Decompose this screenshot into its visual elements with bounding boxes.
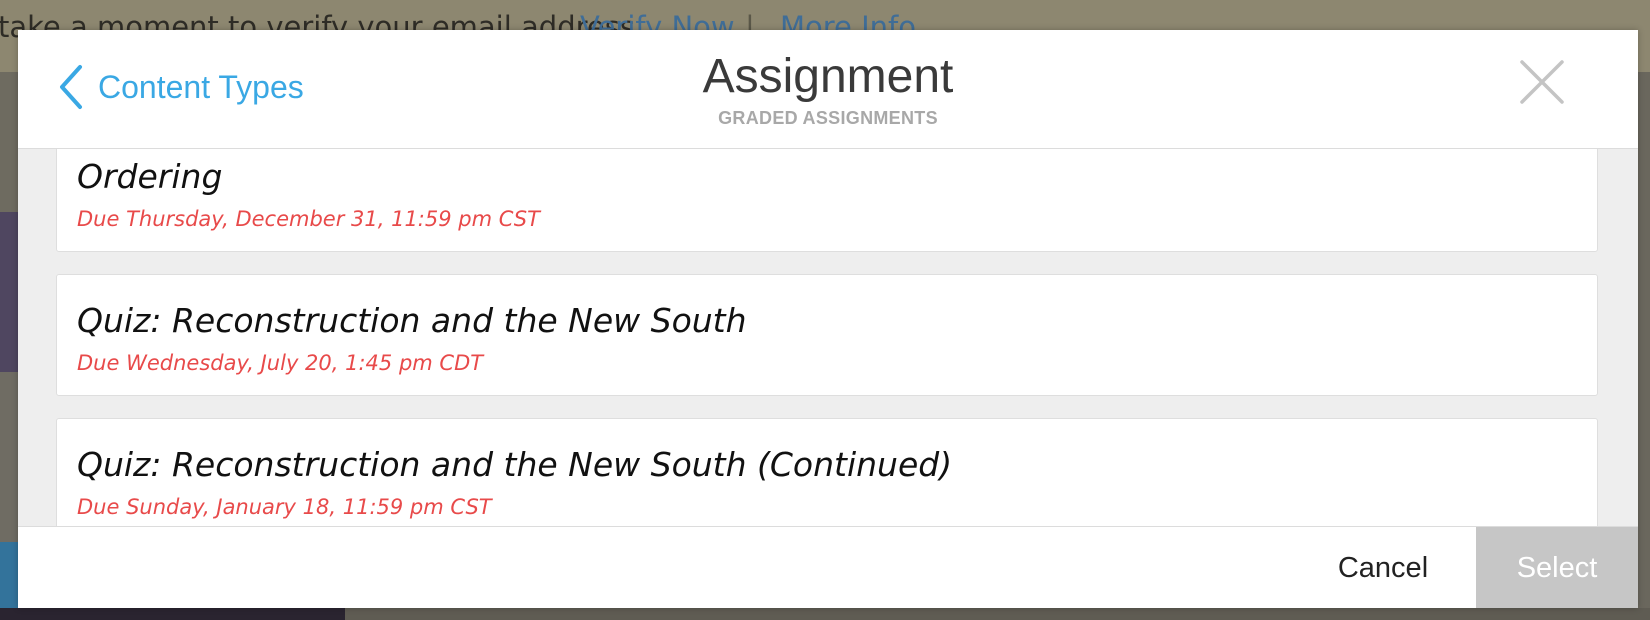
background-panel bbox=[0, 372, 18, 542]
back-link-label: Content Types bbox=[98, 68, 304, 105]
background-panel bbox=[0, 608, 345, 620]
background-panel bbox=[0, 212, 18, 372]
assignment-item[interactable]: Quiz: Reconstruction and the New South D… bbox=[56, 274, 1598, 396]
background-edge bbox=[1638, 72, 1650, 620]
assignment-list-scroll[interactable]: Ordering Due Thursday, December 31, 11:5… bbox=[18, 148, 1638, 526]
assignment-due-date: Due Sunday, January 18, 11:59 pm CST bbox=[77, 495, 492, 519]
assignment-title: Quiz: Reconstruction and the New South (… bbox=[77, 445, 953, 484]
modal-title-block: Assignment GRADED ASSIGNMENTS bbox=[518, 48, 1138, 129]
assignment-list: Ordering Due Thursday, December 31, 11:5… bbox=[56, 148, 1598, 526]
assignment-item[interactable]: Quiz: Reconstruction and the New South (… bbox=[56, 418, 1598, 526]
cancel-button[interactable]: Cancel bbox=[1318, 527, 1448, 608]
assignment-title: Quiz: Reconstruction and the New South bbox=[77, 301, 747, 340]
select-button[interactable]: Select bbox=[1476, 527, 1638, 608]
modal-subtitle: GRADED ASSIGNMENTS bbox=[718, 108, 938, 128]
chevron-left-icon bbox=[60, 65, 82, 109]
modal-footer: Cancel Select bbox=[18, 526, 1638, 608]
assignment-title: Ordering bbox=[77, 157, 223, 196]
assignment-item[interactable]: Ordering Due Thursday, December 31, 11:5… bbox=[56, 148, 1598, 252]
background-footer bbox=[0, 608, 1650, 620]
modal-header: Content Types Assignment GRADED ASSIGNME… bbox=[18, 30, 1638, 149]
modal-title: Assignment bbox=[702, 50, 954, 103]
assignment-due-date: Due Thursday, December 31, 11:59 pm CST bbox=[77, 207, 540, 231]
assignment-due-date: Due Wednesday, July 20, 1:45 pm CDT bbox=[77, 351, 484, 375]
background-sidebar bbox=[0, 72, 18, 620]
close-icon bbox=[1520, 60, 1564, 104]
back-to-content-types-link[interactable]: Content Types bbox=[56, 62, 304, 112]
close-button[interactable] bbox=[1518, 58, 1566, 106]
assignment-modal: Content Types Assignment GRADED ASSIGNME… bbox=[18, 30, 1638, 608]
